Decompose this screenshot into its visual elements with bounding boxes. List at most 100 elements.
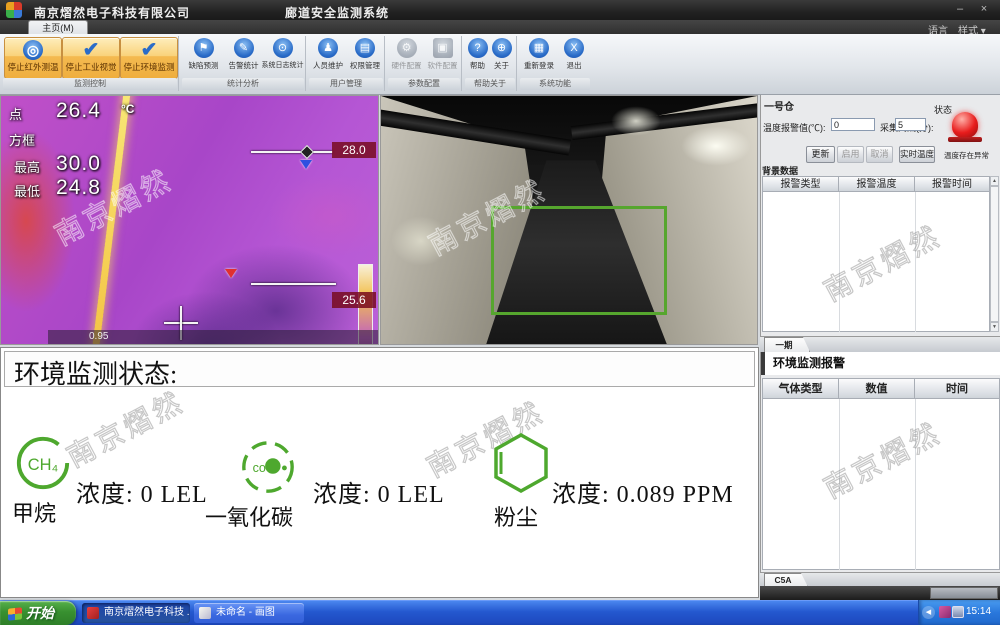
- monitor-icon: ▣: [433, 38, 453, 58]
- system-log-statistics-button[interactable]: ⊙ 系统日志统计: [261, 38, 304, 76]
- temp-alarm-input[interactable]: [831, 118, 875, 131]
- status-label: 状态: [934, 103, 952, 116]
- alarm-col-temp[interactable]: 报警温度: [838, 176, 915, 192]
- start-button[interactable]: 开始: [0, 601, 76, 625]
- ribbon-group-statistics: ⚑ 缺陷预测 ✎ 告警统计 ⊙ 系统日志统计 统计分析: [181, 36, 306, 91]
- svg-text:co: co: [253, 461, 266, 475]
- thermal-unit: °C: [121, 102, 134, 116]
- card-pencil-icon: ▤: [355, 38, 375, 58]
- cancel-button[interactable]: 取消: [866, 146, 893, 163]
- stop-industrial-vision-button[interactable]: ✔ 停止工业视觉: [62, 37, 120, 79]
- lamp-caption: 温度存在异常: [944, 150, 989, 161]
- about-button[interactable]: ⊕ 关于: [490, 38, 513, 76]
- alarm-col-time[interactable]: 报警时间: [914, 176, 990, 192]
- interval-input[interactable]: [895, 118, 926, 131]
- ribbon-group-system-functions: ▦ 重新登录 X 退出 系统功能: [519, 36, 591, 91]
- column-divider: [915, 192, 916, 332]
- taskbar-item-paint[interactable]: 未命名 - 画图: [194, 603, 304, 623]
- app-logo-icon: [6, 2, 22, 18]
- thermal-min-label: 最低: [14, 181, 40, 200]
- ribbon-tab-strip: [0, 20, 1000, 34]
- gas-col-time[interactable]: 时间: [914, 378, 1000, 399]
- watermark: 南京熠然: [816, 411, 948, 506]
- tray-app-icon[interactable]: [939, 606, 951, 618]
- gas-col-value[interactable]: 数值: [838, 378, 915, 399]
- ribbon-toolbar: ◎ 停止红外测温 ✔ 停止工业视觉 ✔ 停止环境监测 监测控制 ⚑ 缺陷预测 ✎…: [0, 34, 1000, 95]
- env-alarm-section-title: 环境监测报警: [761, 352, 1000, 375]
- app-task-icon: [87, 607, 99, 619]
- industrial-camera-view: 南京熠然: [380, 95, 758, 345]
- exit-button[interactable]: X 退出: [559, 38, 589, 76]
- person-icon: ♟: [318, 38, 338, 58]
- scrollbar-track[interactable]: [990, 186, 999, 322]
- alarm-lamp-icon: [952, 112, 978, 138]
- alarm-statistics-button[interactable]: ✎ 告警统计: [224, 38, 263, 76]
- group-label-statistics: 统计分析: [182, 78, 304, 90]
- group-label-system-functions: 系统功能: [520, 78, 590, 90]
- update-button[interactable]: 更新: [806, 146, 835, 163]
- scroll-up-arrow[interactable]: ▲: [990, 176, 999, 186]
- realtime-temp-button[interactable]: 实时温度: [899, 146, 935, 163]
- scale-min-tag: 25.6: [332, 292, 376, 308]
- minimize-button[interactable]: –: [952, 2, 968, 16]
- methane-icon: CH₄: [14, 434, 72, 492]
- thermal-point-value: 26.4: [56, 99, 101, 123]
- ribbon-group-help-about: ? 帮助 ⊕ 关于 帮助关于: [464, 36, 517, 91]
- carbon-monoxide-icon: co: [239, 438, 297, 496]
- scroll-down-arrow[interactable]: ▼: [990, 322, 999, 332]
- permission-management-button[interactable]: ▤ 权限管理: [347, 38, 383, 76]
- column-divider: [839, 192, 840, 332]
- note-pencil-icon: ✎: [234, 38, 254, 58]
- svg-text:CH₄: CH₄: [28, 456, 59, 474]
- alarm-col-type[interactable]: 报警类型: [762, 176, 839, 192]
- stop-ir-thermometry-button[interactable]: ◎ 停止红外测温: [4, 37, 62, 79]
- gas-name-co: 一氧化碳: [205, 500, 293, 532]
- paint-task-icon: [199, 607, 211, 619]
- walking-person-icon: ⚑: [194, 38, 214, 58]
- panel-handle[interactable]: [930, 587, 998, 599]
- tray-network-icon[interactable]: [952, 606, 964, 618]
- red-triangle-marker: [225, 269, 237, 278]
- hardware-config-button[interactable]: ⚙ 硬件配置: [389, 38, 424, 76]
- stop-env-monitor-button[interactable]: ✔ 停止环境监测: [120, 37, 178, 79]
- gas-reading-methane: 浓度: 0 LEL: [76, 474, 208, 509]
- taskbar-item-app[interactable]: 南京熠然电子科技 ...: [82, 603, 190, 623]
- app-window: 南京熠然电子科技有限公司 廊道安全监测系统 – × 主页(M) 语言 样式 ▾ …: [0, 0, 1000, 625]
- gas-col-type[interactable]: 气体类型: [762, 378, 839, 399]
- alarm-table-body: 南京熠然: [762, 192, 990, 332]
- env-status-title: 环境监测状态:: [14, 354, 177, 391]
- personnel-maintain-button[interactable]: ♟ 人员维护: [310, 38, 346, 76]
- tray-collapse-icon[interactable]: ◀: [922, 606, 935, 619]
- watermark: 南京熠然: [59, 380, 191, 475]
- gas-name-dust: 粉尘: [494, 500, 538, 532]
- tray-clock[interactable]: 15:14: [966, 606, 991, 617]
- blue-triangle-marker: [300, 160, 312, 169]
- thermal-min-value: 24.8: [56, 176, 101, 200]
- column-divider: [915, 399, 916, 570]
- group-label-monitor-control: 监测控制: [3, 78, 177, 90]
- globe-chart-icon: ⊙: [273, 38, 293, 58]
- close-button[interactable]: ×: [976, 2, 992, 16]
- measure-line-bottom: [251, 283, 336, 285]
- check-icon: ✔: [81, 40, 101, 60]
- camera-light: [681, 126, 751, 166]
- tab-home[interactable]: 主页(M): [28, 20, 88, 35]
- thermal-max-label: 最高: [14, 157, 40, 176]
- measure-line-top: [251, 151, 333, 153]
- software-config-button[interactable]: ▣ 软件配置: [425, 38, 460, 76]
- stop-ring-icon: ◎: [23, 40, 43, 60]
- tab-c5a[interactable]: C5A: [764, 573, 808, 587]
- detection-rectangle: [491, 206, 667, 315]
- title-company: 南京熠然电子科技有限公司: [34, 4, 190, 21]
- help-button[interactable]: ? 帮助: [466, 38, 489, 76]
- relogin-button[interactable]: ▦ 重新登录: [521, 38, 557, 76]
- tab-phase-one[interactable]: 一期: [764, 337, 810, 352]
- emissivity-value: 0.95: [89, 331, 108, 342]
- page-title: 廊道安全监测系统: [285, 4, 389, 21]
- group-label-help-about: 帮助关于: [465, 78, 515, 90]
- enable-button[interactable]: 启用: [837, 146, 864, 163]
- thermal-max-value: 30.0: [56, 152, 101, 176]
- bin-title: 一号仓: [764, 98, 794, 113]
- gas-table-body: 南京熠然: [762, 399, 1000, 570]
- defect-prediction-button[interactable]: ⚑ 缺陷预测: [184, 38, 223, 76]
